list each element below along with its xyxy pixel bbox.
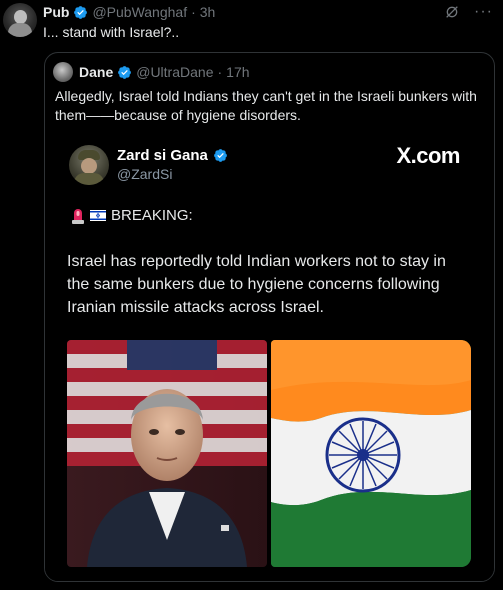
breaking-label: BREAKING: — [111, 206, 193, 224]
post-header: Pub @PubWanghaf · 3h — [43, 4, 215, 20]
timestamp[interactable]: 3h — [200, 4, 216, 20]
post-text: I... stand with Israel?.. — [43, 24, 180, 40]
portrait-photo — [67, 340, 267, 567]
verified-badge-icon — [118, 65, 132, 79]
quote-media-image[interactable]: Zard si Gana @ZardSi X.com BREAKING: Isr… — [45, 133, 494, 581]
quote-timestamp: 17h — [226, 64, 250, 80]
media-headline: Israel has reportedly told Indian worker… — [67, 253, 446, 316]
grok-icon[interactable] — [444, 4, 460, 20]
india-flag-photo — [271, 340, 471, 567]
separator: · — [217, 64, 223, 80]
quote-author-name: Dane — [79, 64, 114, 80]
verified-badge-icon — [213, 149, 227, 162]
media-author-name: Zard si Gana — [117, 147, 208, 164]
quote-author-handle: @UltraDane — [136, 64, 214, 80]
separator: · — [191, 4, 196, 20]
quote-text: Allegedly, Israel told Indians they can'… — [55, 88, 477, 123]
israel-flag-icon — [90, 209, 106, 221]
verified-badge-icon — [74, 5, 88, 19]
author-handle[interactable]: @PubWanghaf — [92, 4, 187, 20]
siren-icon — [72, 209, 84, 224]
brand-watermark: X.com — [396, 143, 460, 168]
quoted-post[interactable]: Dane @UltraDane · 17h Allegedly, Israel … — [44, 52, 495, 582]
avatar[interactable] — [3, 3, 37, 37]
media-avatar — [69, 145, 109, 185]
author-name[interactable]: Pub — [43, 4, 69, 20]
more-options-icon[interactable]: ··· — [474, 4, 493, 20]
media-author-handle: @ZardSi — [117, 166, 173, 182]
quote-avatar — [53, 62, 73, 82]
